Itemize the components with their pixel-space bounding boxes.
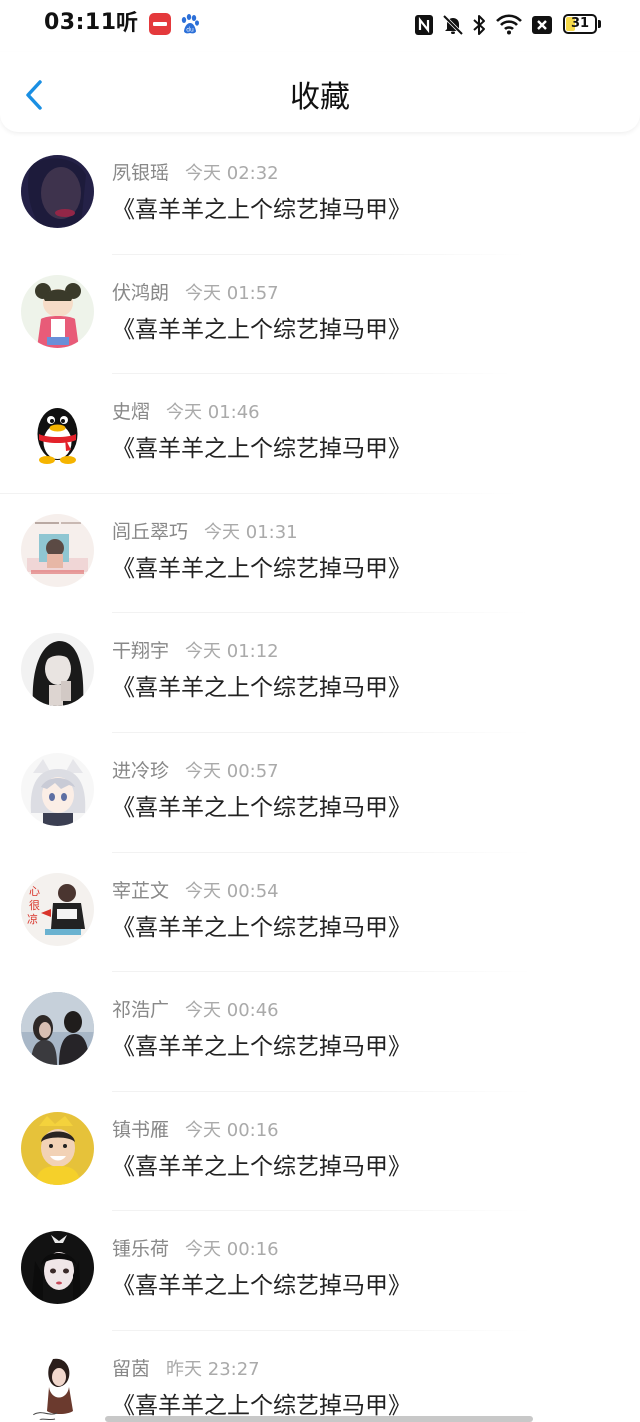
favorite-item[interactable]: 伏鸿朗 今天 01:57 《喜羊羊之上个综艺掉马甲》 — [0, 255, 640, 375]
favorite-item[interactable]: 锺乐荷 今天 00:16 《喜羊羊之上个综艺掉马甲》 — [0, 1211, 640, 1331]
item-title[interactable]: 《喜羊羊之上个综艺掉马甲》 — [112, 791, 411, 825]
svg-text:很: 很 — [29, 898, 40, 912]
favorite-item[interactable]: 史熠 今天 01:46 《喜羊羊之上个综艺掉马甲》 — [0, 374, 640, 494]
nfc-icon — [414, 14, 434, 40]
bluetooth-icon — [471, 14, 487, 40]
favorite-item[interactable]: 祁浩广 今天 00:46 《喜羊羊之上个综艺掉马甲》 — [0, 972, 640, 1092]
nav-bar: 收藏 — [0, 52, 640, 132]
avatar[interactable] — [21, 1350, 94, 1422]
timestamp: 今天 01:57 — [185, 282, 279, 304]
status-time: 03:11 — [44, 10, 117, 35]
mute-bell-icon — [442, 14, 464, 40]
battery-level: 31 — [570, 16, 590, 31]
timestamp: 今天 00:54 — [185, 880, 279, 902]
favorite-item[interactable]: 进冷珍 今天 00:57 《喜羊羊之上个综艺掉马甲》 — [0, 733, 640, 853]
user-name: 祁浩广 — [112, 999, 170, 1022]
baidu-icon: du — [180, 12, 200, 36]
avatar[interactable] — [21, 513, 94, 587]
avatar[interactable] — [21, 1111, 94, 1185]
user-name: 留茵 — [112, 1357, 151, 1380]
timestamp: 今天 01:12 — [185, 641, 279, 663]
item-title[interactable]: 《喜羊羊之上个综艺掉马甲》 — [112, 1030, 411, 1064]
favorite-item[interactable]: 镇书雁 今天 00:16 《喜羊羊之上个综艺掉马甲》 — [0, 1092, 640, 1212]
user-name: 伏鸿朗 — [112, 281, 170, 304]
svg-text:du: du — [186, 27, 194, 34]
avatar[interactable] — [21, 155, 94, 228]
user-name: 干翔宇 — [112, 640, 170, 663]
favorites-list: 夙银瑶 今天 02:32 《喜羊羊之上个综艺掉马甲》 伏鸿朗 今天 01:57 … — [0, 135, 640, 1422]
xiaohongshu-icon — [149, 13, 171, 35]
favorite-item[interactable]: 心 很 凉 宰芷文 今天 00:54 《喜羊羊之上个综艺掉马甲》 — [0, 853, 640, 973]
battery-icon: 31 — [563, 14, 597, 34]
favorite-item[interactable]: 闾丘翠巧 今天 01:31 《喜羊羊之上个综艺掉马甲》 — [0, 494, 640, 614]
avatar[interactable] — [21, 274, 94, 348]
user-name: 闾丘翠巧 — [112, 520, 189, 543]
item-title[interactable]: 《喜羊羊之上个综艺掉马甲》 — [112, 911, 411, 945]
user-name: 夙银瑶 — [112, 162, 170, 184]
timestamp: 今天 00:16 — [185, 1239, 279, 1261]
wifi-icon — [495, 14, 523, 40]
item-title[interactable]: 《喜羊羊之上个综艺掉马甲》 — [112, 1269, 411, 1303]
avatar[interactable] — [21, 633, 94, 707]
item-title[interactable]: 《喜羊羊之上个综艺掉马甲》 — [112, 432, 411, 466]
item-title[interactable]: 《喜羊羊之上个综艺掉马甲》 — [112, 552, 411, 586]
item-title[interactable]: 《喜羊羊之上个综艺掉马甲》 — [112, 193, 411, 227]
item-title[interactable]: 《喜羊羊之上个综艺掉马甲》 — [112, 313, 411, 347]
favorite-item[interactable]: 留茵 昨天 23:27 《喜羊羊之上个综艺掉马甲》 — [0, 1331, 640, 1422]
user-name: 宰芷文 — [112, 879, 170, 902]
timestamp: 今天 00:46 — [185, 1000, 279, 1022]
battery-cap — [598, 20, 601, 28]
user-name: 镇书雁 — [112, 1118, 170, 1141]
item-title[interactable]: 《喜羊羊之上个综艺掉马甲》 — [112, 671, 411, 705]
page-title: 收藏 — [290, 80, 350, 115]
svg-text:凉: 凉 — [27, 912, 38, 926]
favorites-screen: 03:11 听 du 31 收藏 夙银瑶 今天 02:32 《喜羊羊之上个综艺掉… — [0, 0, 640, 1422]
timestamp: 今天 01:46 — [166, 402, 260, 424]
avatar[interactable] — [21, 752, 94, 826]
sim-off-icon — [531, 14, 553, 40]
favorite-item[interactable]: 干翔宇 今天 01:12 《喜羊羊之上个综艺掉马甲》 — [0, 613, 640, 733]
timestamp: 今天 02:32 — [185, 163, 279, 184]
scrollbar[interactable] — [105, 1416, 533, 1422]
chevron-left-icon — [26, 80, 42, 110]
user-name: 进冷珍 — [112, 759, 170, 782]
favorite-item[interactable]: 夙银瑶 今天 02:32 《喜羊羊之上个综艺掉马甲》 — [0, 135, 640, 255]
timestamp: 昨天 23:27 — [166, 1358, 260, 1380]
timestamp: 今天 01:31 — [204, 521, 298, 543]
ting-app-icon: 听 — [116, 11, 139, 36]
timestamp: 今天 00:57 — [185, 760, 279, 782]
avatar[interactable] — [21, 1231, 94, 1305]
back-button[interactable] — [14, 74, 54, 114]
status-bar: 03:11 听 du 31 — [0, 0, 640, 52]
user-name: 锺乐荷 — [112, 1238, 170, 1261]
avatar[interactable]: 心 很 凉 — [21, 872, 94, 946]
avatar[interactable] — [21, 394, 94, 468]
avatar[interactable] — [21, 992, 94, 1066]
timestamp: 今天 00:16 — [185, 1119, 279, 1141]
svg-text:心: 心 — [29, 885, 40, 898]
item-title[interactable]: 《喜羊羊之上个综艺掉马甲》 — [112, 1150, 411, 1184]
user-name: 史熠 — [112, 401, 151, 424]
